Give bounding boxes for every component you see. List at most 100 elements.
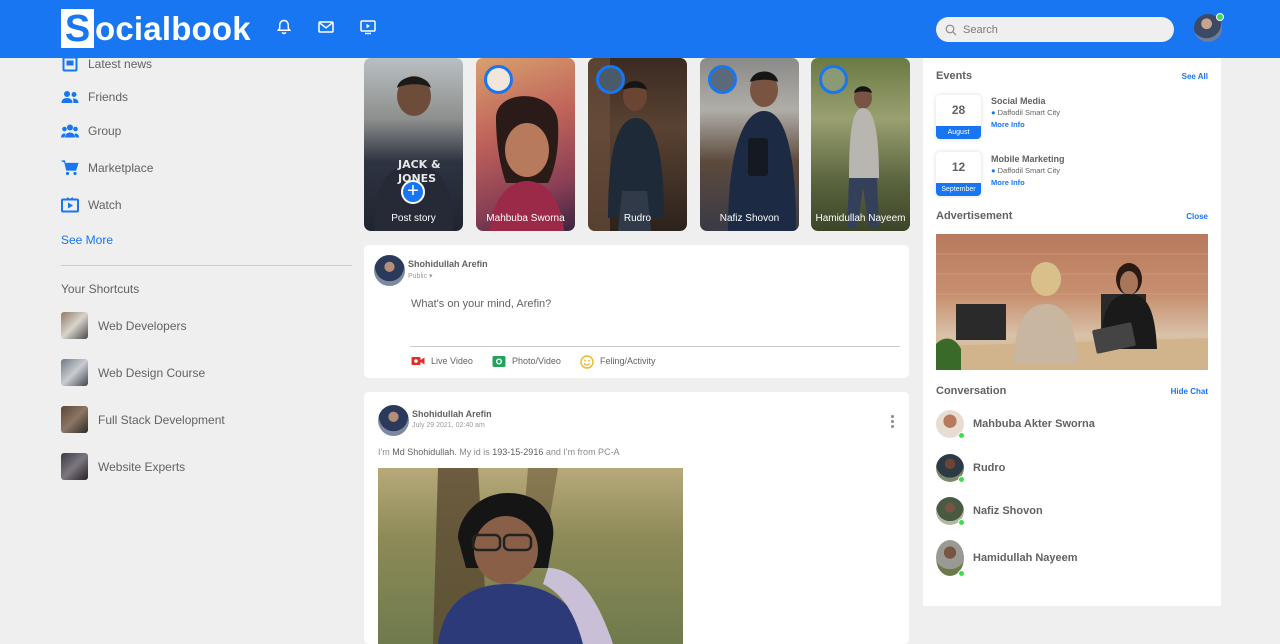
shortcut-full-stack-development[interactable]: Full Stack Development <box>61 406 225 433</box>
post-author: Shohidullah Arefin July 29 2021, 02:40 a… <box>378 405 492 436</box>
create-post-card: Shohidullah Arefin Public ▾ What's on yo… <box>364 245 909 378</box>
event-info: Mobile Marketing ● Daffodil Smart City M… <box>991 154 1065 187</box>
right-sidebar: Events See All 28 August Social Media ● … <box>923 58 1221 606</box>
divider <box>410 346 900 347</box>
avatar <box>936 540 965 577</box>
story-post[interactable]: JACK & JONES + Post story <box>364 58 463 231</box>
online-indicator <box>958 432 965 439</box>
see-all-link[interactable]: See All <box>1182 72 1208 81</box>
privacy-select[interactable]: Public ▾ <box>408 272 488 280</box>
avatar[interactable] <box>374 255 405 286</box>
contact-name: Mahbuba Akter Sworna <box>973 418 1095 430</box>
conversation-item[interactable]: Mahbuba Akter Sworna <box>936 410 1095 439</box>
shortcut-thumbnail <box>61 453 88 480</box>
live-video-button[interactable]: Live Video <box>411 355 473 367</box>
story-avatar <box>596 65 625 94</box>
shortcut-thumbnail <box>61 406 88 433</box>
more-info-link[interactable]: More Info <box>991 120 1060 129</box>
post-card: Shohidullah Arefin July 29 2021, 02:40 a… <box>364 392 909 644</box>
hide-chat-link[interactable]: Hide Chat <box>1171 387 1208 396</box>
logo-text: ocialbook <box>95 10 251 47</box>
user-name[interactable]: Shohidullah Arefin <box>412 409 492 419</box>
story-name: Nafiz Shovon <box>719 213 780 224</box>
friends-icon <box>61 88 79 106</box>
events-heading: Events <box>936 70 973 82</box>
avatar <box>936 454 965 483</box>
more-options-icon[interactable] <box>891 415 895 430</box>
add-story-icon[interactable]: + <box>401 180 425 204</box>
search-icon <box>945 24 957 35</box>
action-label: Feling/Activity <box>600 356 656 366</box>
action-label: Photo/Video <box>512 356 561 366</box>
photo-icon <box>492 355 506 367</box>
group-icon <box>61 122 79 140</box>
top-navbar: S ocialbook <box>0 0 1280 58</box>
story-photo: JACK &JONES <box>374 76 453 231</box>
see-more-link[interactable]: See More <box>61 233 113 247</box>
contact-name: Hamidullah Nayeem <box>973 552 1078 564</box>
story-name: Mahbuba Sworna <box>486 213 565 224</box>
online-indicator <box>1216 13 1224 21</box>
feeling-activity-button[interactable]: Feling/Activity <box>580 355 656 369</box>
conversation-heading: Conversation <box>936 385 1007 397</box>
post-image[interactable] <box>378 468 683 644</box>
shortcut-label: Website Experts <box>98 459 186 474</box>
sidebar-item-latest-news[interactable]: Latest news <box>61 55 152 73</box>
shortcuts-heading: Your Shortcuts <box>61 282 140 296</box>
sidebar-item-marketplace[interactable]: Marketplace <box>61 159 153 177</box>
conversation-item[interactable]: Hamidullah Nayeem <box>936 540 1078 577</box>
post-input[interactable]: What's on your mind, Arefin? <box>411 298 551 310</box>
event-date-badge: 12 September <box>936 152 981 196</box>
conversation-item[interactable]: Rudro <box>936 454 1006 483</box>
event-month: August <box>936 126 981 139</box>
close-ad-link[interactable]: Close <box>1186 212 1208 221</box>
story-avatar <box>819 65 848 94</box>
story-rudro[interactable]: Rudro <box>588 58 687 231</box>
shortcut-website-experts[interactable]: Website Experts <box>61 453 185 480</box>
contact-name: Rudro <box>973 462 1006 474</box>
event-day: 28 <box>951 103 966 117</box>
event-date-badge: 28 August <box>936 95 981 139</box>
online-indicator <box>958 519 965 526</box>
cart-icon <box>61 159 79 177</box>
sidebar-item-label: Marketplace <box>88 161 154 175</box>
search-box[interactable] <box>936 17 1174 42</box>
event-month: September <box>936 183 981 196</box>
caret-down-icon: ▾ <box>429 273 433 280</box>
logo[interactable]: S ocialbook <box>61 9 251 48</box>
avatar <box>936 410 965 439</box>
story-avatar <box>708 65 737 94</box>
advertisement-image[interactable] <box>936 234 1208 370</box>
story-mahbuba-sworna[interactable]: Mahbuba Sworna <box>476 58 575 231</box>
privacy-label: Public <box>408 273 428 280</box>
mail-icon[interactable] <box>317 18 335 36</box>
post-text: I'm Md Shohidullah. My id is 193-15-2916… <box>378 447 620 457</box>
avatar[interactable] <box>378 405 409 436</box>
story-nafiz-shovon[interactable]: Nafiz Shovon <box>700 58 799 231</box>
shortcut-label: Web Developers <box>98 318 187 333</box>
conversation-item[interactable]: Nafiz Shovon <box>936 497 1043 526</box>
sidebar-item-group[interactable]: Group <box>61 122 121 140</box>
sidebar-item-watch[interactable]: Watch <box>61 196 122 214</box>
photo-video-button[interactable]: Photo/Video <box>492 355 561 367</box>
event-location: ● Daffodil Smart City <box>991 108 1061 117</box>
watch-icon <box>61 196 79 214</box>
search-input[interactable] <box>963 23 1153 36</box>
profile-avatar[interactable] <box>1194 13 1224 42</box>
sidebar-item-label: Latest news <box>88 57 153 71</box>
bell-icon[interactable] <box>275 18 293 36</box>
more-info-link[interactable]: More Info <box>991 178 1065 187</box>
shortcut-web-developers[interactable]: Web Developers <box>61 312 187 339</box>
user-name[interactable]: Shohidullah Arefin <box>408 259 488 269</box>
location-pin-icon: ● <box>991 166 996 175</box>
video-icon[interactable] <box>359 18 377 36</box>
sidebar-item-label: Group <box>88 124 122 138</box>
shortcut-web-design-course[interactable]: Web Design Course <box>61 359 205 386</box>
story-hamidullah-nayeem[interactable]: Hamidullah Nayeem <box>811 58 910 231</box>
divider <box>61 265 352 266</box>
sidebar-item-friends[interactable]: Friends <box>61 88 128 106</box>
event-title: Mobile Marketing <box>991 154 1065 164</box>
ad-photo <box>936 253 1208 370</box>
advertisement-heading: Advertisement <box>936 210 1013 222</box>
create-post-user: Shohidullah Arefin Public ▾ <box>374 255 488 286</box>
